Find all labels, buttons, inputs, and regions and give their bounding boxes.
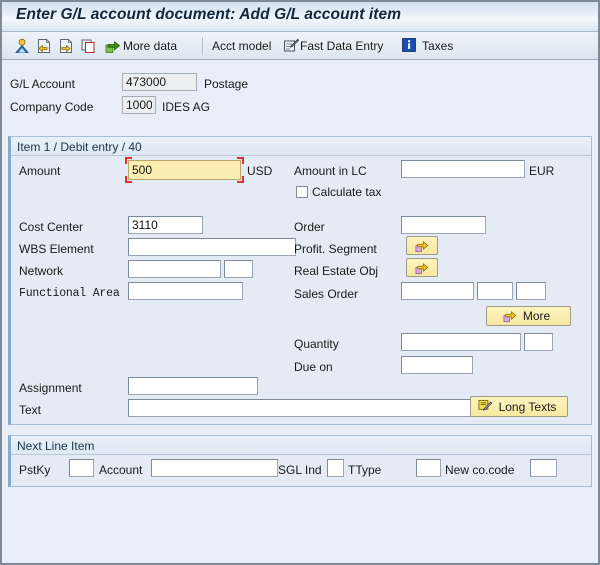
more-button-label: More (522, 309, 551, 323)
assignment-input[interactable] (128, 377, 258, 395)
info-icon (402, 38, 418, 54)
green-right-arrow-icon (105, 38, 121, 54)
company-code-text: IDES AG (162, 100, 211, 114)
text-input[interactable] (128, 399, 472, 417)
quantity-label: Quantity (294, 337, 339, 351)
real-estate-obj-label: Real Estate Obj (294, 264, 379, 278)
company-code-input[interactable] (122, 96, 156, 114)
person-button[interactable] (14, 36, 30, 56)
amount-lc-label: Amount in LC (294, 164, 367, 178)
ttype-input[interactable] (416, 459, 441, 477)
yellow-right-arrow-icon (415, 261, 429, 275)
focus-corner-top-left (125, 157, 132, 164)
acct-model-button[interactable]: Acct model (212, 36, 271, 56)
focus-corner-bottom-left (125, 176, 132, 183)
page-left-arrow-icon (36, 38, 52, 54)
assignment-label: Assignment (19, 381, 82, 395)
next-line-item-title: Next Line Item (17, 439, 95, 453)
amount-label: Amount (19, 164, 61, 178)
next-line-item-titlebar (11, 436, 591, 455)
network-label: Network (19, 264, 64, 278)
amount-lc-input[interactable] (401, 160, 525, 178)
page-right-arrow-icon (58, 38, 74, 54)
profit-segment-label: Profit. Segment (294, 242, 377, 256)
network-activity-input[interactable] (224, 260, 253, 278)
document-header-area: G/L Account Postage Company Code IDES AG (2, 60, 598, 132)
long-texts-button-label: Long Texts (498, 399, 557, 414)
fast-data-entry-button[interactable]: Fast Data Entry (283, 36, 383, 56)
acct-model-label: Acct model (212, 39, 272, 53)
calculate-tax-checkbox[interactable] (296, 186, 308, 198)
quantity-unit-input[interactable] (524, 333, 553, 351)
long-text-pencil-icon (478, 399, 493, 414)
amount-lc-currency: EUR (529, 164, 555, 178)
pencil-form-icon (283, 38, 299, 54)
pstky-label: PstKy (19, 463, 51, 477)
quantity-input[interactable] (401, 333, 521, 351)
profit-segment-button[interactable] (406, 236, 438, 255)
order-input[interactable] (401, 216, 486, 234)
pstky-input[interactable] (69, 459, 94, 477)
wbs-element-input[interactable] (128, 238, 296, 256)
focus-corner-top-right (237, 157, 244, 164)
amount-currency: USD (247, 164, 273, 178)
new-cocode-label: New co.code (445, 463, 515, 477)
network-input[interactable] (128, 260, 221, 278)
text-label: Text (19, 403, 42, 417)
account-label: Account (99, 463, 143, 477)
page-title: Enter G/L account document: Add G/L acco… (16, 6, 402, 23)
sales-order-input[interactable] (401, 282, 474, 300)
next-item-button[interactable] (58, 36, 74, 56)
window-title-bar: Enter G/L account document: Add G/L acco… (2, 2, 598, 32)
item-panel-title: Item 1 / Debit entry / 40 (17, 140, 142, 154)
sales-order-schedule-input[interactable] (516, 282, 546, 300)
account-input[interactable] (151, 459, 278, 477)
application-toolbar: More data Acct model Fast Data Entry Tax… (2, 32, 598, 60)
company-code-label: Company Code (10, 100, 94, 114)
yellow-right-arrow-icon (503, 309, 517, 323)
gl-account-label: G/L Account (10, 77, 75, 91)
amount-input[interactable] (128, 160, 241, 180)
yellow-right-arrow-icon (415, 239, 429, 253)
functional-area-label: Functional Area (19, 287, 120, 300)
due-on-label: Due on (294, 360, 333, 374)
next-line-item-panel: Next Line Item PstKy Account SGL Ind TTy… (8, 435, 592, 487)
real-estate-obj-button[interactable] (406, 258, 438, 277)
person-icon (14, 38, 30, 54)
fast-data-entry-label: Fast Data Entry (300, 39, 384, 53)
focus-corner-bottom-right (237, 176, 244, 183)
wbs-element-label: WBS Element (19, 242, 94, 256)
new-cocode-input[interactable] (530, 459, 557, 477)
amount-focus-frame (125, 157, 244, 183)
more-button[interactable]: More (486, 306, 571, 326)
taxes-label: Taxes (422, 39, 454, 53)
copy-button[interactable] (80, 36, 96, 56)
gl-account-text: Postage (204, 77, 249, 91)
previous-item-button[interactable] (36, 36, 52, 56)
calculate-tax-label: Calculate tax (312, 185, 382, 199)
sales-order-item-input[interactable] (477, 282, 513, 300)
item-detail-panel: Item 1 / Debit entry / 40 Amount USD Amo… (8, 136, 592, 425)
more-data-button[interactable]: More data (105, 36, 177, 56)
cost-center-label: Cost Center (19, 220, 84, 234)
sgl-ind-label: SGL Ind (278, 463, 322, 477)
sgl-ind-input[interactable] (327, 459, 344, 477)
copy-icon (80, 38, 96, 54)
sales-order-label: Sales Order (294, 287, 359, 301)
due-on-input[interactable] (401, 356, 473, 374)
gl-account-input[interactable] (122, 73, 197, 91)
order-label: Order (294, 220, 325, 234)
more-data-label: More data (123, 39, 178, 53)
functional-area-input[interactable] (128, 282, 243, 300)
cost-center-input[interactable] (128, 216, 203, 234)
sap-window: Enter G/L account document: Add G/L acco… (0, 0, 600, 565)
long-texts-button[interactable]: Long Texts (470, 396, 568, 417)
ttype-label: TType (348, 463, 382, 477)
toolbar-separator (202, 37, 203, 55)
taxes-button[interactable]: Taxes (402, 36, 453, 56)
